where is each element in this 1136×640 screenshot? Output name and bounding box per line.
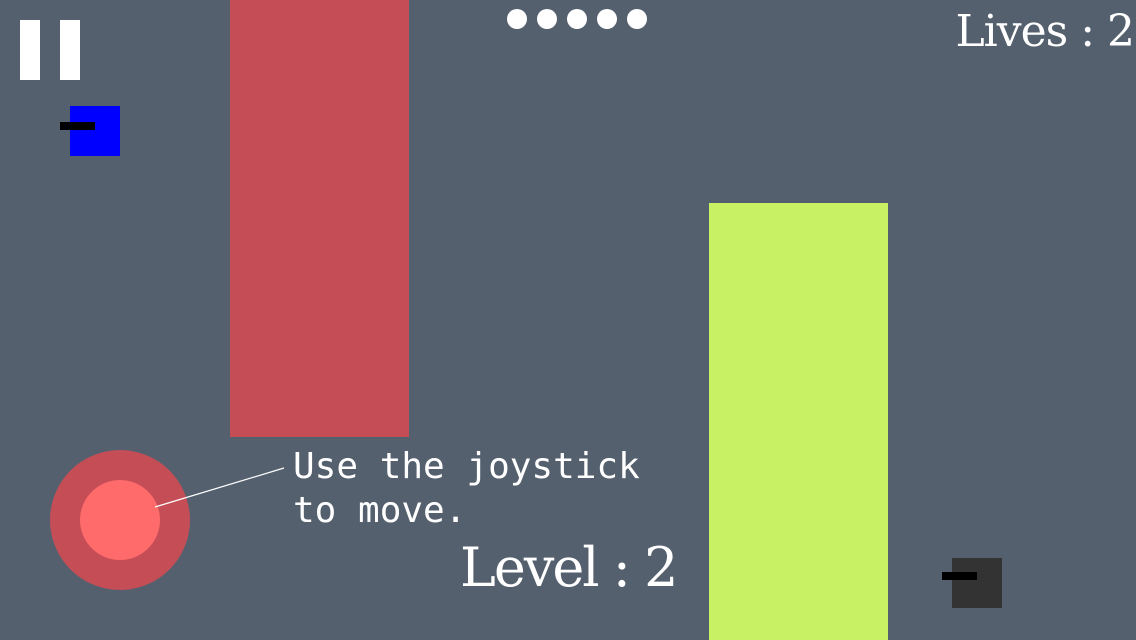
enemy-tank [942, 558, 1002, 608]
progress-dot [507, 9, 527, 29]
progress-dot [537, 9, 557, 29]
progress-dot [597, 9, 617, 29]
game-canvas[interactable]: Lives : 2 Use the joystick to move. Leve… [0, 0, 1136, 640]
enemy-tank-barrel [942, 572, 977, 580]
player-tank [60, 106, 120, 156]
progress-dot [627, 9, 647, 29]
player-tank-body [70, 106, 120, 156]
progress-dot [567, 9, 587, 29]
player-tank-barrel [60, 122, 95, 130]
joystick-knob[interactable] [80, 480, 160, 560]
red-wall [230, 0, 409, 437]
joystick-hint-text: Use the joystick to move. [293, 446, 640, 531]
pause-button[interactable] [20, 20, 80, 80]
enemy-tank-body [952, 558, 1002, 608]
pause-icon-bar-right [60, 20, 80, 80]
pause-icon-bar-left [20, 20, 40, 80]
level-progress-dots [507, 9, 651, 31]
level-indicator: Level : 2 [460, 536, 678, 599]
green-wall [709, 203, 888, 640]
lives-counter: Lives : 2 [955, 6, 1135, 57]
